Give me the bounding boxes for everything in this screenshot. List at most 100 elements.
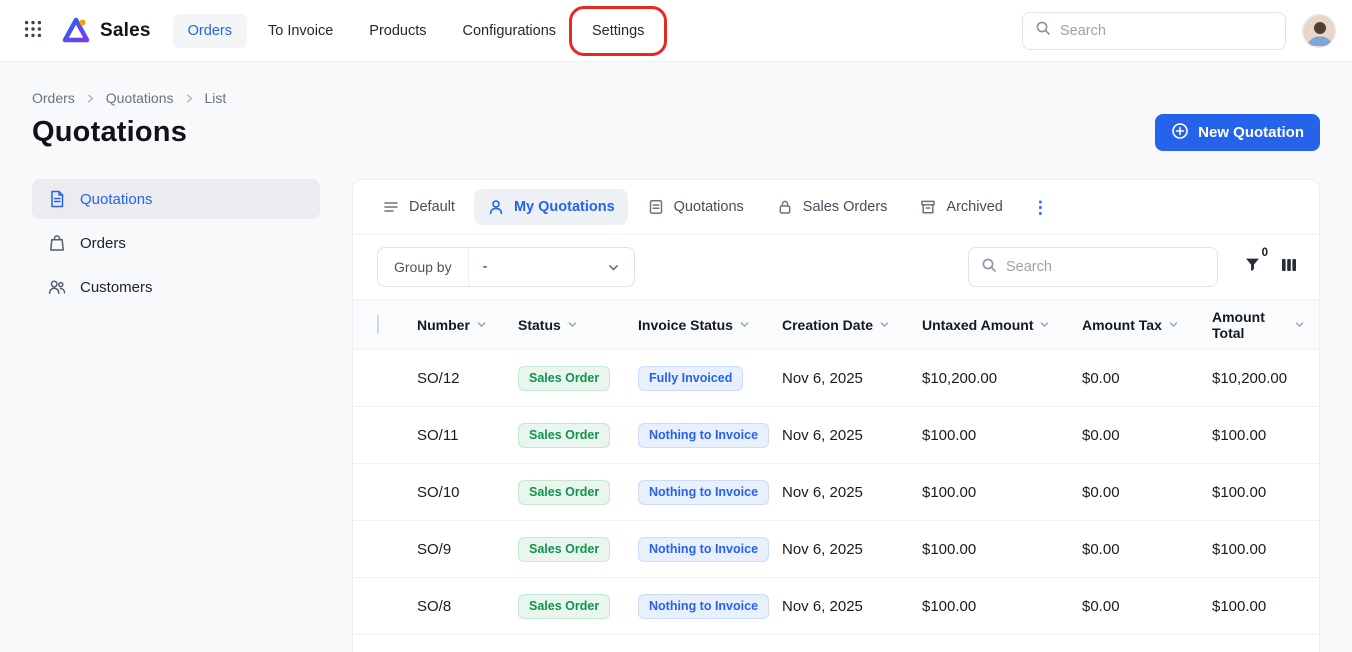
chevron-down-icon (879, 319, 890, 330)
chevron-right-icon (184, 93, 195, 104)
new-quotation-button[interactable]: New Quotation (1155, 114, 1320, 151)
tab-label: Default (409, 199, 455, 215)
creation-date: Nov 6, 2025 (782, 598, 922, 615)
app-name: Sales (100, 20, 151, 42)
archive-icon (919, 198, 937, 216)
group-by-value: - (483, 259, 488, 275)
invoice-status-badge: Fully Invoiced (638, 366, 743, 391)
apps-grid-icon (24, 20, 42, 41)
chevron-down-icon (1294, 319, 1305, 330)
plus-circle-icon (1171, 122, 1189, 144)
table-row[interactable]: SO/11 Sales Order Nothing to Invoice Nov… (353, 407, 1319, 464)
apps-grid-button[interactable] (16, 14, 50, 48)
group-by-select[interactable]: Group by - (377, 247, 635, 287)
breadcrumb-quotations[interactable]: Quotations (106, 90, 174, 106)
amount-total: $100.00 (1212, 598, 1305, 615)
creation-date: Nov 6, 2025 (782, 541, 922, 558)
status-badge: Sales Order (518, 480, 610, 505)
sidebar-item-customers[interactable]: Customers (32, 267, 320, 307)
col-header-status[interactable]: Status (518, 317, 638, 333)
list-search[interactable] (968, 247, 1218, 287)
app-logo[interactable] (60, 15, 92, 47)
amount-tax: $0.00 (1082, 541, 1212, 558)
untaxed-amount: $100.00 (922, 541, 1082, 558)
select-all-checkbox[interactable] (377, 315, 379, 334)
title-row: Quotations New Quotation (32, 114, 1320, 151)
amount-tax: $0.00 (1082, 370, 1212, 387)
invoice-status-badge: Nothing to Invoice (638, 423, 769, 448)
nav-item-settings[interactable]: Settings (577, 14, 659, 48)
table-row[interactable]: SO/10 Sales Order Nothing to Invoice Nov… (353, 464, 1319, 521)
untaxed-amount: $10,200.00 (922, 370, 1082, 387)
nav-item-configurations[interactable]: Configurations (448, 14, 572, 48)
columns-icon (1281, 257, 1297, 278)
chevron-right-icon (85, 93, 96, 104)
amount-tax: $0.00 (1082, 484, 1212, 501)
col-header-invoice-status[interactable]: Invoice Status (638, 317, 782, 333)
breadcrumb: Orders Quotations List (32, 62, 1320, 106)
tab-label: My Quotations (514, 199, 615, 215)
untaxed-amount: $100.00 (922, 427, 1082, 444)
page-body: Orders Quotations List Quotations New Qu… (0, 62, 1352, 652)
tab-sales-orders[interactable]: Sales Orders (763, 189, 901, 225)
bag-icon (47, 233, 67, 253)
order-number[interactable]: SO/11 (417, 427, 518, 444)
tabs-more-menu[interactable]: ⋮ (1022, 195, 1059, 220)
nav-item-to-invoice[interactable]: To Invoice (253, 14, 348, 48)
amount-total: $100.00 (1212, 427, 1305, 444)
table-row[interactable]: SO/8 Sales Order Nothing to Invoice Nov … (353, 578, 1319, 635)
col-header-number[interactable]: Number (417, 317, 518, 333)
group-by-label: Group by (378, 248, 468, 286)
main-nav: Orders To Invoice Products Configuration… (173, 14, 660, 48)
amount-tax: $0.00 (1082, 598, 1212, 615)
order-number[interactable]: SO/12 (417, 370, 518, 387)
navbar-right (1022, 12, 1336, 50)
chevron-down-icon (476, 319, 487, 330)
filter-funnel-icon (1244, 256, 1261, 278)
breadcrumb-orders[interactable]: Orders (32, 90, 75, 106)
untaxed-amount: $100.00 (922, 598, 1082, 615)
global-search-input[interactable] (1060, 23, 1273, 39)
col-header-amount-tax[interactable]: Amount Tax (1082, 317, 1212, 333)
nav-item-products[interactable]: Products (354, 14, 441, 48)
list-search-input[interactable] (1006, 259, 1205, 275)
chevron-down-icon (607, 261, 620, 274)
columns-toggle-button[interactable] (1281, 257, 1297, 278)
tab-archived[interactable]: Archived (906, 189, 1015, 225)
creation-date: Nov 6, 2025 (782, 427, 922, 444)
table-header: Number Status Invoice Status Creation Da… (353, 300, 1319, 350)
nav-item-orders[interactable]: Orders (173, 14, 247, 48)
tab-quotations[interactable]: Quotations (634, 189, 757, 225)
user-avatar[interactable] (1302, 14, 1336, 48)
table-body: SO/12 Sales Order Fully Invoiced Nov 6, … (353, 350, 1319, 635)
new-quotation-label: New Quotation (1198, 124, 1304, 141)
tab-label: Quotations (674, 199, 744, 215)
sidebar-item-quotations[interactable]: Quotations (32, 179, 320, 219)
amount-total: $100.00 (1212, 541, 1305, 558)
filter-bar: Group by - (353, 235, 1319, 300)
global-search[interactable] (1022, 12, 1286, 50)
col-header-creation-date[interactable]: Creation Date (782, 317, 922, 333)
creation-date: Nov 6, 2025 (782, 484, 922, 501)
order-number[interactable]: SO/9 (417, 541, 518, 558)
chevron-down-icon (1168, 319, 1179, 330)
invoice-status-badge: Nothing to Invoice (638, 594, 769, 619)
tab-default[interactable]: Default (369, 189, 468, 225)
status-badge: Sales Order (518, 423, 610, 448)
order-number[interactable]: SO/8 (417, 598, 518, 615)
sidebar: Quotations Orders Customers (32, 179, 320, 307)
order-number[interactable]: SO/10 (417, 484, 518, 501)
user-icon (487, 198, 505, 216)
sidebar-item-orders[interactable]: Orders (32, 223, 320, 263)
invoice-status-badge: Nothing to Invoice (638, 537, 769, 562)
tab-my-quotations[interactable]: My Quotations (474, 189, 628, 225)
document-icon (647, 198, 665, 216)
col-header-untaxed-amount[interactable]: Untaxed Amount (922, 317, 1082, 333)
breadcrumb-list: List (205, 90, 227, 106)
filter-button[interactable]: 0 (1244, 256, 1261, 278)
col-header-amount-total[interactable]: Amount Total (1212, 309, 1305, 341)
table-row[interactable]: SO/12 Sales Order Fully Invoiced Nov 6, … (353, 350, 1319, 407)
list-icon (382, 198, 400, 216)
table-row[interactable]: SO/9 Sales Order Nothing to Invoice Nov … (353, 521, 1319, 578)
chevron-down-icon (739, 319, 750, 330)
